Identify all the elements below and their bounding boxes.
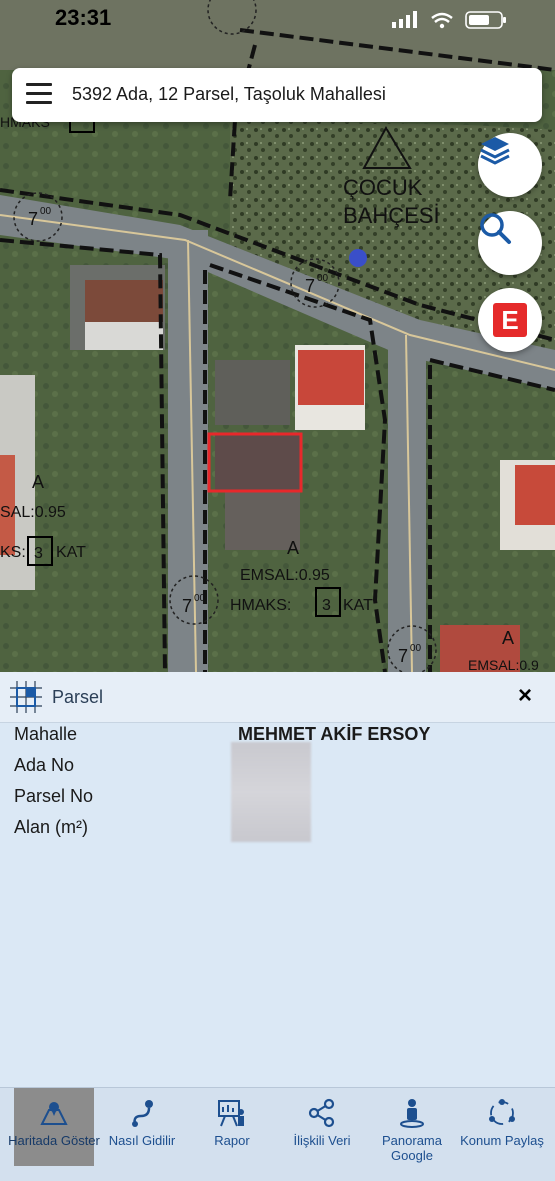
svg-text:3: 3: [34, 545, 43, 562]
tab-label: Panorama Google: [382, 1133, 442, 1163]
map-hmaks-left: KS:: [0, 544, 26, 561]
parcel-panel: Parsel × Mahalle Ada No Parsel No Alan (…: [0, 672, 555, 1087]
status-bar: 23:31: [0, 0, 555, 36]
svg-text:KAT: KAT: [343, 597, 373, 614]
map-view[interactable]: ÇOCUK BAHÇESİ 7 00 7 00 7 00 7 00 A SAL:…: [0, 0, 555, 672]
map-zone-letter-3: A: [502, 628, 514, 648]
tab-label: Nasıl Gidilir: [108, 1133, 176, 1148]
svg-text:00: 00: [317, 273, 329, 284]
map-emsal-left: SAL:0.95: [0, 504, 66, 521]
svg-text:00: 00: [40, 206, 52, 217]
map-label-park-1: ÇOCUK: [343, 175, 423, 200]
map-emsal-right: EMSAL:0.9: [468, 657, 539, 672]
search-bar-title[interactable]: 5392 Ada, 12 Parsel, Taşoluk Mahallesi: [72, 84, 386, 105]
svg-text:00: 00: [194, 593, 206, 604]
field-label-mahalle: Mahalle: [14, 724, 78, 744]
status-icons: [392, 11, 506, 29]
layers-button[interactable]: [478, 133, 542, 197]
e-icon: E: [493, 303, 527, 337]
layers-icon: [480, 137, 510, 165]
report-icon: [218, 1100, 244, 1127]
share-icon: [308, 1098, 335, 1128]
tab-haritada-goster[interactable]: Haritada Göster: [8, 1088, 100, 1166]
location-share-icon: [489, 1099, 515, 1125]
tab-label: Rapor: [214, 1133, 250, 1148]
search-bar[interactable]: 5392 Ada, 12 Parsel, Taşoluk Mahallesi: [12, 68, 542, 122]
map-label-park-2: BAHÇESİ: [343, 203, 440, 228]
parcel-grid-icon: [10, 681, 42, 713]
field-label-ada-no: Ada No: [14, 755, 75, 775]
map-road-width-4: 7: [398, 646, 408, 666]
map-road-width-1: 7: [28, 209, 38, 229]
close-icon[interactable]: ×: [518, 682, 532, 710]
tab-rapor[interactable]: Rapor: [192, 1088, 272, 1168]
tab-label: İlişkili Veri: [293, 1133, 351, 1148]
svg-text:KAT: KAT: [56, 544, 86, 561]
tab-label: Haritada Göster: [8, 1133, 100, 1148]
map-search-button[interactable]: [478, 211, 542, 275]
map-road-width-2: 7: [305, 276, 315, 296]
svg-text:00: 00: [410, 643, 422, 654]
tab-iliskili-veri[interactable]: İlişkili Veri: [282, 1088, 362, 1168]
field-label-parsel-no: Parsel No: [14, 786, 94, 806]
tab-konum-paylas[interactable]: Konum Paylaş: [460, 1088, 544, 1168]
tab-panorama-google[interactable]: Panorama Google: [372, 1088, 452, 1168]
panel-header: Parsel ×: [0, 672, 555, 723]
map-hmaks: HMAKS:: [230, 597, 291, 614]
e-button-label: E: [501, 304, 519, 335]
map-zone-letter-1: A: [32, 472, 44, 492]
bottom-tab-bar: Haritada Göster Nasıl Gidilir Rapor İliş…: [0, 1087, 555, 1181]
status-time: 23:31: [55, 5, 112, 30]
map-road-width-3: 7: [182, 596, 192, 616]
svg-text:3: 3: [322, 597, 331, 614]
menu-icon[interactable]: [26, 83, 52, 105]
tab-nasil-gidilir[interactable]: Nasıl Gidilir: [102, 1088, 182, 1168]
search-icon: [480, 213, 511, 244]
e-button[interactable]: E: [478, 288, 542, 352]
tab-label: Konum Paylaş: [460, 1133, 544, 1148]
redacted-values: [231, 742, 311, 842]
panel-title: Parsel: [52, 687, 104, 707]
map-zone-letter-2: A: [287, 538, 299, 558]
map-emsal: EMSAL:0.95: [240, 567, 330, 584]
field-label-alan: Alan (m²): [14, 817, 89, 837]
route-icon: [132, 1100, 153, 1127]
pegman-icon: [400, 1099, 424, 1128]
map-marker-icon: [40, 1102, 68, 1125]
